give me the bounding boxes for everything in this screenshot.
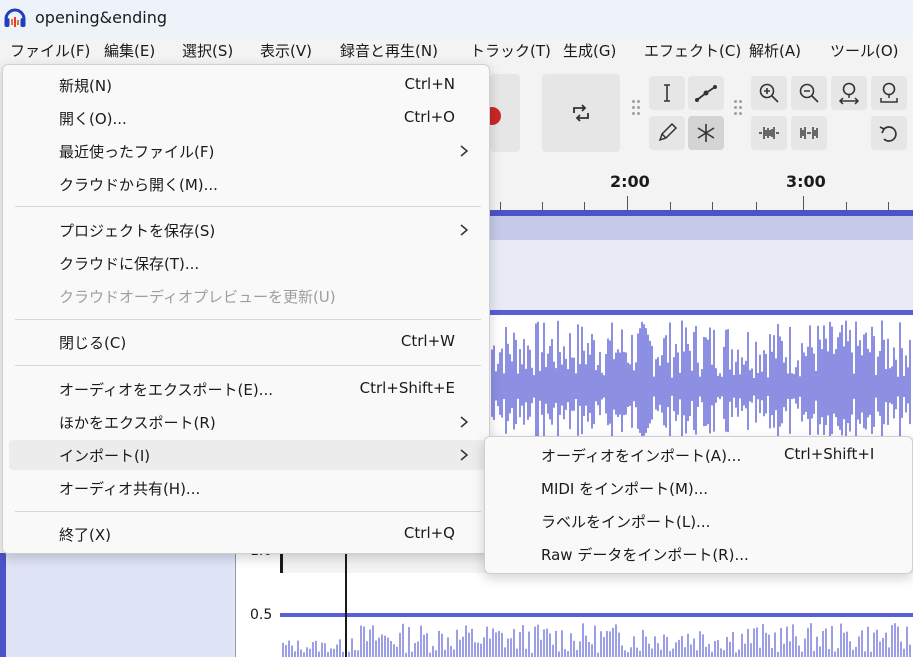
title-bar: opening&ending (0, 0, 913, 36)
submenu-arrow-icon (460, 416, 469, 428)
multi-tool-icon (697, 124, 715, 142)
ruler-label-3min: 3:00 (786, 172, 826, 191)
trim-button[interactable] (751, 116, 787, 150)
menu-select[interactable]: 選択(S) (182, 40, 233, 61)
clip-header[interactable] (490, 216, 913, 240)
menu-edit[interactable]: 編集(E) (104, 40, 155, 61)
menu-file[interactable]: ファイル(F) (10, 40, 90, 61)
menu-track[interactable]: トラック(T) (470, 40, 551, 61)
menu-bar: ファイル(F) 編集(E) 選択(S) 表示(V) 録音と再生(N) トラック(… (0, 36, 913, 64)
menu-item-open[interactable]: 開く(O)... Ctrl+O (9, 103, 485, 133)
waveform-lower-svg (280, 613, 913, 657)
track-border (0, 553, 6, 657)
undo-button[interactable] (871, 116, 907, 150)
envelope-tool-button[interactable] (688, 76, 724, 110)
loop-icon (573, 104, 589, 122)
select-tool-button[interactable] (649, 76, 685, 110)
menu-item-new[interactable]: 新規(N) Ctrl+N (9, 70, 485, 100)
silence-icon (800, 127, 818, 139)
import-submenu: オーディオをインポート(A)... Ctrl+Shift+I MIDI をインポ… (484, 436, 913, 574)
menu-analyze[interactable]: 解析(A) (749, 40, 801, 61)
fit-selection-button[interactable] (831, 76, 867, 110)
menu-item-save-cloud[interactable]: クラウドに保存(T)... (9, 248, 485, 278)
menu-item-exit[interactable]: 終了(X) Ctrl+Q (9, 519, 485, 549)
waveform-upper-svg (490, 310, 913, 438)
scale-label-05: 0.5 (250, 607, 273, 623)
menu-item-import[interactable]: インポート(I) (9, 440, 485, 470)
submenu-item-import-midi[interactable]: MIDI をインポート(M)... (491, 473, 909, 503)
menu-generate[interactable]: 生成(G) (563, 40, 616, 61)
fit-project-icon (880, 82, 898, 103)
menu-tools[interactable]: ツール(O) (830, 40, 899, 61)
select-tool-icon (664, 84, 670, 102)
draw-tool-button[interactable] (649, 116, 685, 150)
toolbar-grip-2[interactable] (734, 100, 742, 122)
track-control-panel[interactable] (0, 553, 235, 657)
silence-button[interactable] (791, 116, 827, 150)
menu-effect[interactable]: エフェクト(C) (644, 40, 741, 61)
menu-item-share-audio[interactable]: オーディオ共有(H)... (9, 473, 485, 503)
track-background (490, 240, 913, 310)
zoom-out-button[interactable] (791, 76, 827, 110)
menu-item-open-cloud[interactable]: クラウドから開く(M)... (9, 169, 485, 199)
menu-item-close[interactable]: 閉じる(C) Ctrl+W (9, 327, 485, 357)
fit-selection-icon (838, 82, 860, 105)
menu-item-update-cloud-preview: クラウドオーディオプレビューを更新(U) (59, 288, 336, 306)
menu-item-recent-files[interactable]: 最近使ったファイル(F) (9, 136, 485, 166)
track-scale: 1.0 0.5 (235, 543, 280, 657)
submenu-arrow-icon (460, 449, 469, 461)
undo-icon (879, 126, 897, 142)
envelope-tool-icon (695, 85, 717, 102)
zoom-out-icon (799, 83, 819, 103)
waveform-envelope-line (280, 613, 913, 617)
waveform-lower[interactable] (280, 573, 913, 657)
menu-record-play[interactable]: 録音と再生(N) (340, 40, 438, 61)
submenu-arrow-icon (460, 145, 469, 157)
audacity-app-icon (4, 8, 26, 27)
zoom-in-button[interactable] (751, 76, 787, 110)
menu-item-export-audio[interactable]: オーディオをエクスポート(E)... Ctrl+Shift+E (9, 374, 485, 404)
record-button[interactable] (483, 74, 520, 152)
fit-project-button[interactable] (871, 76, 907, 110)
submenu-item-import-raw[interactable]: Raw データをインポート(R)... (491, 539, 909, 569)
menu-item-export-other[interactable]: ほかをエクスポート(R) (9, 407, 485, 437)
submenu-item-import-labels[interactable]: ラベルをインポート(L)... (491, 506, 909, 536)
menu-separator (15, 319, 481, 320)
file-menu: 新規(N) Ctrl+N 開く(O)... Ctrl+O 最近使ったファイル(F… (2, 64, 490, 554)
menu-separator (15, 365, 481, 366)
ruler-label-2min: 2:00 (610, 172, 650, 191)
timeline-ruler[interactable]: 2:00 3:00 (490, 162, 913, 212)
toolbar-grip[interactable] (632, 100, 640, 122)
loop-button[interactable] (542, 74, 620, 152)
menu-separator (15, 206, 481, 207)
clip-boundary (345, 553, 347, 657)
window-title: opening&ending (35, 8, 168, 27)
menu-item-save-project[interactable]: プロジェクトを保存(S) (9, 215, 485, 245)
draw-tool-icon (658, 122, 678, 142)
waveform-upper[interactable] (490, 310, 913, 438)
toolbar (483, 64, 913, 162)
zoom-in-icon (759, 83, 779, 103)
menu-view[interactable]: 表示(V) (260, 40, 312, 61)
submenu-arrow-icon (460, 224, 469, 236)
trim-icon (759, 127, 779, 139)
multi-tool-button[interactable] (688, 116, 724, 150)
submenu-item-import-audio[interactable]: オーディオをインポート(A)... Ctrl+Shift+I (491, 440, 909, 470)
menu-separator (15, 511, 481, 512)
